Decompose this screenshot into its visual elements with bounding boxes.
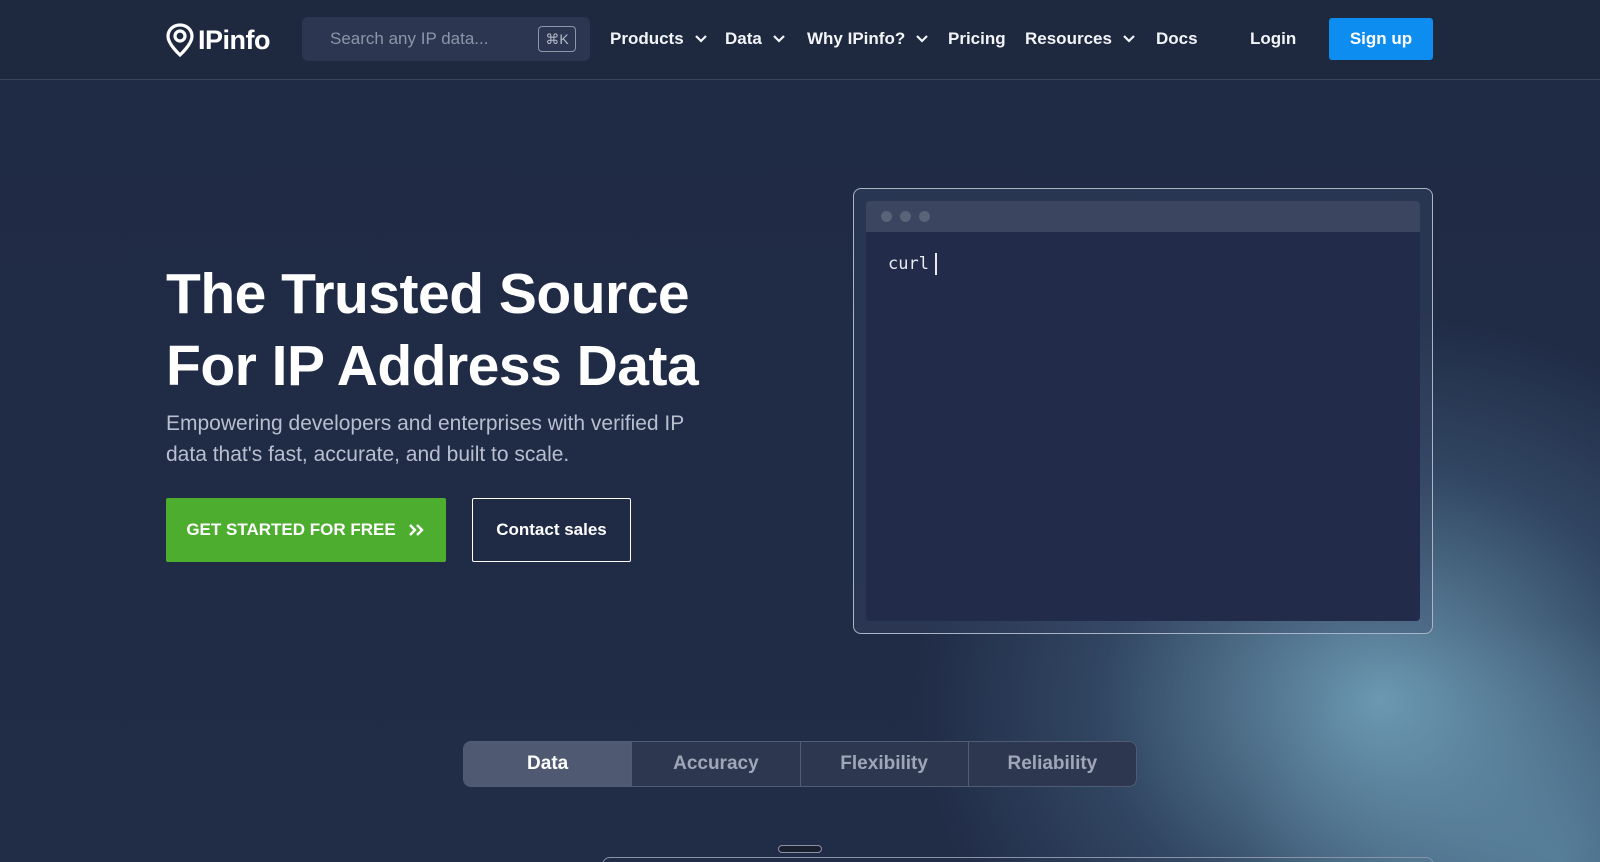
terminal-titlebar <box>866 201 1420 232</box>
contact-sales-button[interactable]: Contact sales <box>472 498 631 562</box>
nav-label: Products <box>610 29 684 48</box>
nav-docs[interactable]: Docs <box>1156 26 1198 52</box>
terminal-demo: curl <box>853 188 1433 634</box>
hero-subtitle-line-1: Empowering developers and enterprises wi… <box>166 412 685 435</box>
text-cursor <box>934 253 937 275</box>
nav-products[interactable]: Products <box>610 26 708 52</box>
login-link[interactable]: Login <box>1250 26 1296 52</box>
keyboard-shortcut-badge: ⌘K <box>538 26 576 52</box>
get-started-button[interactable]: GET STARTED FOR FREE <box>166 498 446 562</box>
nav-why-ipinfo[interactable]: Why IPinfo? <box>807 26 929 52</box>
window-dot-icon <box>900 211 911 222</box>
nav-label: Docs <box>1156 29 1198 48</box>
chevron-down-icon <box>1123 35 1135 43</box>
location-pin-icon <box>166 23 194 57</box>
hero-title: The Trusted Source For IP Address Data <box>166 258 786 402</box>
nav-pricing[interactable]: Pricing <box>948 26 1006 52</box>
search-input[interactable]: Search any IP data... ⌘K <box>302 17 590 61</box>
feature-tabs: Data Accuracy Flexibility Reliability <box>463 741 1137 787</box>
login-label: Login <box>1250 29 1297 48</box>
search-placeholder: Search any IP data... <box>330 29 489 48</box>
tab-flexibility[interactable]: Flexibility <box>799 742 968 786</box>
bottom-panel-edge <box>602 857 1434 862</box>
panel-handle <box>778 845 822 853</box>
chevron-down-icon <box>773 35 785 43</box>
hero-title-line-2: For IP Address Data <box>166 334 699 398</box>
nav-label: Data <box>725 29 762 48</box>
top-navbar: IPinfo Search any IP data... ⌘K Products… <box>0 0 1600 80</box>
tab-accuracy[interactable]: Accuracy <box>631 742 799 786</box>
hero-subtitle: Empowering developers and enterprises wi… <box>166 408 766 470</box>
nav-resources[interactable]: Resources <box>1025 26 1136 52</box>
nav-label: Why IPinfo? <box>807 29 906 48</box>
nav-label: Resources <box>1025 29 1112 48</box>
hero-title-line-1: The Trusted Source <box>166 262 690 326</box>
signup-button[interactable]: Sign up <box>1329 18 1433 60</box>
terminal-command: curl <box>888 254 929 274</box>
tab-reliability[interactable]: Reliability <box>967 742 1136 786</box>
double-chevron-right-icon <box>408 524 424 536</box>
nav-label: Pricing <box>948 29 1006 48</box>
window-dot-icon <box>919 211 930 222</box>
terminal-window: curl <box>866 201 1420 621</box>
hero-subtitle-line-2: data that's fast, accurate, and built to… <box>166 443 570 466</box>
nav-data[interactable]: Data <box>725 26 786 52</box>
chevron-down-icon <box>694 35 707 43</box>
logo-text: IPinfo <box>198 24 271 55</box>
logo[interactable]: IPinfo <box>166 20 271 60</box>
chevron-down-icon <box>916 35 928 43</box>
window-dot-icon <box>881 211 892 222</box>
tab-data[interactable]: Data <box>464 742 632 786</box>
get-started-label: GET STARTED FOR FREE <box>186 520 396 539</box>
terminal-input[interactable]: curl <box>888 253 937 275</box>
